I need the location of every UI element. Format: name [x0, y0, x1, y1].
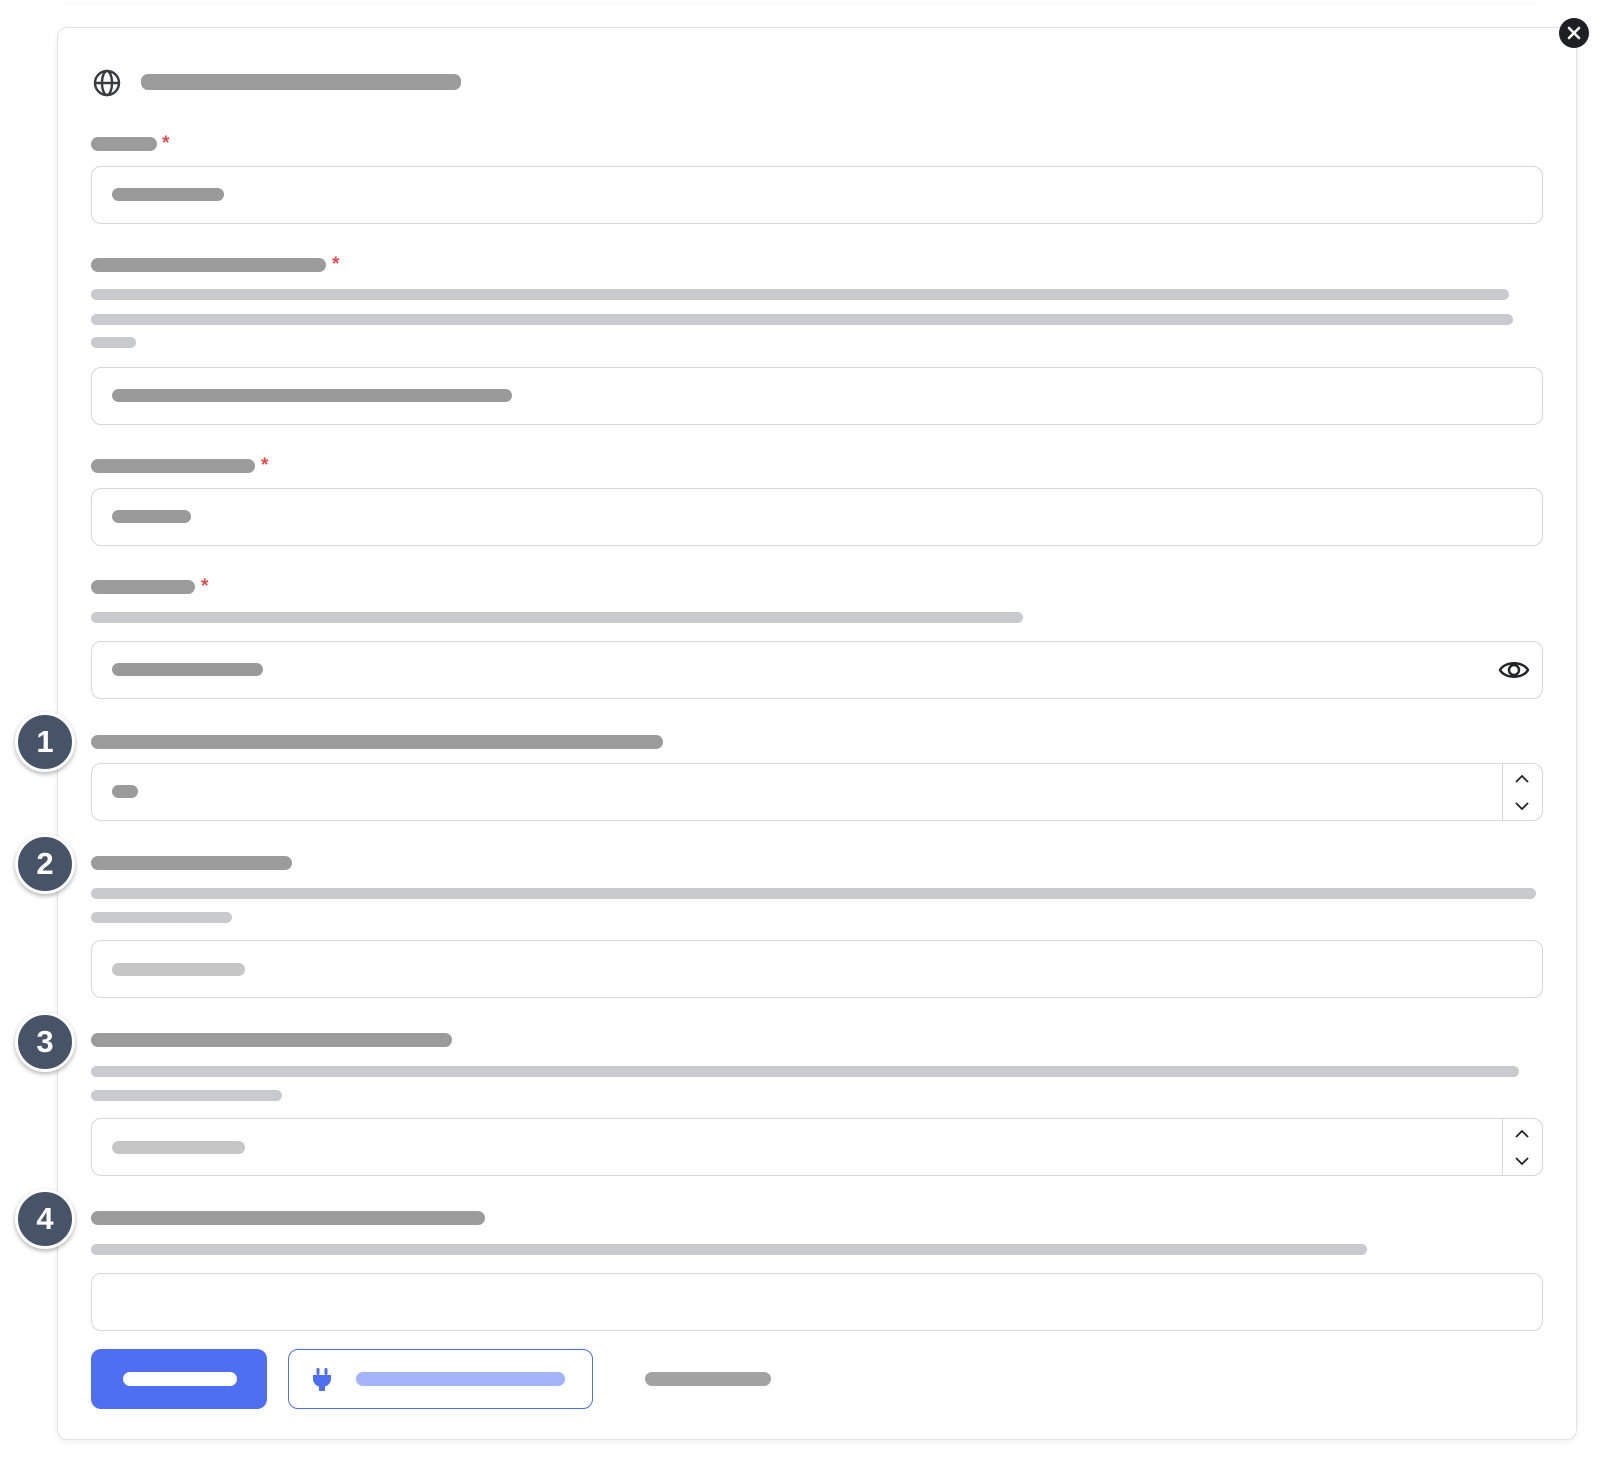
field-8-label — [91, 1211, 485, 1225]
cancel-button[interactable] — [645, 1349, 771, 1409]
increment-button[interactable] — [1503, 764, 1541, 792]
decrement-button[interactable] — [1503, 792, 1541, 820]
field-3-value — [112, 510, 191, 523]
close-icon — [1567, 26, 1581, 40]
decrement-button[interactable] — [1503, 1147, 1541, 1175]
field-6-description — [91, 888, 1536, 899]
step-marker-1: 1 — [15, 712, 75, 772]
field-8-input[interactable] — [91, 1273, 1543, 1331]
field-7-number-input[interactable] — [91, 1118, 1543, 1176]
field-7-description-line-2 — [91, 1090, 282, 1101]
field-2-description-line-3 — [91, 337, 136, 348]
field-4-description — [91, 612, 1023, 623]
cancel-button-label — [645, 1372, 771, 1386]
required-marker: * — [332, 254, 340, 275]
chevron-down-icon — [1515, 1157, 1529, 1165]
plug-icon — [313, 1368, 331, 1391]
field-4-label — [91, 580, 195, 594]
globe-icon — [93, 69, 121, 97]
dialog-title — [141, 74, 461, 90]
field-7-stepper — [1502, 1119, 1542, 1175]
field-2-input[interactable] — [91, 367, 1543, 425]
close-button[interactable] — [1559, 18, 1589, 48]
field-7-description — [91, 1066, 1519, 1077]
field-5-stepper — [1502, 764, 1542, 820]
test-connection-label — [356, 1372, 565, 1386]
field-4-password-input[interactable] — [91, 641, 1543, 699]
field-3-label — [91, 459, 255, 473]
chevron-down-icon — [1515, 802, 1529, 810]
field-7-placeholder — [112, 1141, 245, 1154]
step-marker-3: 3 — [15, 1012, 75, 1072]
field-2-description — [91, 289, 1509, 300]
test-connection-button[interactable] — [288, 1349, 593, 1409]
field-6-input[interactable] — [91, 940, 1543, 998]
field-2-value — [112, 389, 512, 402]
field-1-value — [112, 188, 224, 201]
field-6-description-line-2 — [91, 912, 232, 923]
field-2-label — [91, 258, 326, 272]
field-2-description-line-2 — [91, 314, 1513, 325]
eye-icon[interactable] — [1498, 656, 1530, 684]
field-5-label — [91, 735, 663, 749]
step-marker-2: 2 — [15, 834, 75, 894]
required-marker: * — [162, 133, 170, 154]
increment-button[interactable] — [1503, 1119, 1541, 1147]
save-button-label — [123, 1372, 237, 1386]
underlying-panel-edge — [60, 0, 1540, 1]
field-3-input[interactable] — [91, 488, 1543, 546]
settings-dialog — [57, 27, 1577, 1440]
chevron-up-icon — [1515, 774, 1529, 782]
field-1-input[interactable] — [91, 166, 1543, 224]
page: * * * * 1 2 3 4 — [0, 0, 1600, 1464]
required-marker: * — [201, 576, 209, 597]
save-button[interactable] — [91, 1349, 267, 1409]
field-1-label — [91, 137, 157, 151]
field-6-label — [91, 856, 292, 870]
field-8-description — [91, 1244, 1367, 1255]
field-5-number-input[interactable] — [91, 763, 1543, 821]
required-marker: * — [261, 455, 269, 476]
chevron-up-icon — [1515, 1129, 1529, 1137]
field-7-label — [91, 1033, 452, 1047]
field-4-value — [112, 663, 263, 676]
field-5-value — [112, 785, 138, 798]
step-marker-4: 4 — [15, 1189, 75, 1249]
field-6-placeholder — [112, 963, 245, 976]
